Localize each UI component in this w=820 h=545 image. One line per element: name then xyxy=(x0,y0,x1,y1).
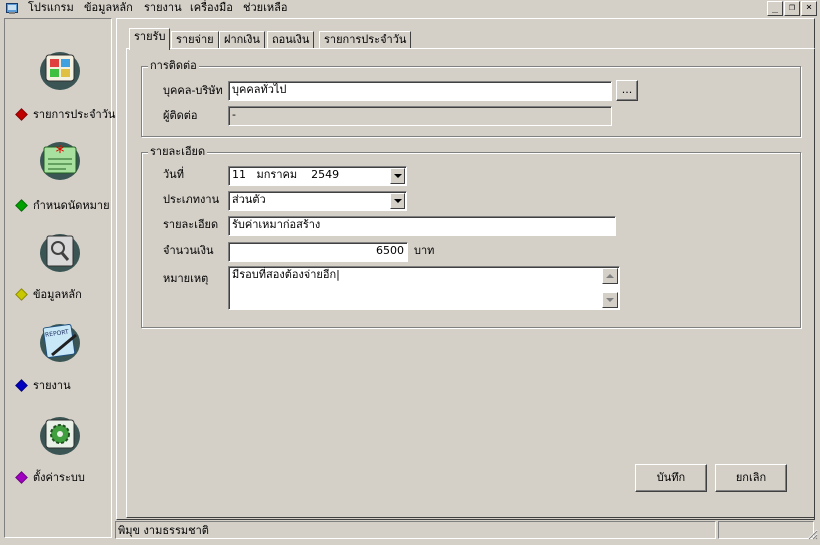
master-data-icon[interactable] xyxy=(38,229,82,273)
cancel-button[interactable]: ยกเลิก xyxy=(715,464,787,492)
work-type-value: ส่วนตัว xyxy=(232,193,266,206)
restore-button[interactable]: ❐ xyxy=(784,1,800,16)
report-icon[interactable]: REPORT xyxy=(38,319,82,363)
date-day: 11 xyxy=(232,168,246,181)
person-label: บุคคล-บริษัท xyxy=(163,84,223,97)
menu-help[interactable]: ช่วยเหลือ xyxy=(243,1,287,15)
work-type-select[interactable]: ส่วนตัว xyxy=(228,191,407,211)
svg-text:*: * xyxy=(56,142,65,163)
appointment-card-icon[interactable]: * xyxy=(38,137,82,181)
tab-income[interactable]: รายรับ xyxy=(129,28,171,50)
sidebar-item-label: ข้อมูลหลัก xyxy=(33,288,82,301)
save-button[interactable]: บันทึก xyxy=(635,464,707,492)
work-type-label: ประเภทงาน xyxy=(163,193,220,206)
sidebar-item-label: รายงาน xyxy=(33,379,71,392)
person-company-field[interactable]: บุคคลทั่วไป xyxy=(228,81,612,101)
date-picker[interactable]: 11 มกราคม 2549 xyxy=(228,166,407,186)
date-label: วันที่ xyxy=(163,168,184,181)
amount-label: จำนวนเงิน xyxy=(163,244,214,257)
browse-contact-button[interactable]: ... xyxy=(616,80,638,101)
diamond-bullet-icon xyxy=(15,287,28,301)
chevron-down-icon[interactable] xyxy=(390,168,405,184)
sidebar-item-label: ตั้งค่าระบบ xyxy=(33,471,85,484)
daily-list-icon[interactable] xyxy=(38,47,82,91)
menu-tools[interactable]: เครื่องมือ xyxy=(190,1,233,15)
close-button[interactable]: × xyxy=(801,1,817,16)
minimize-button[interactable]: _ xyxy=(767,1,783,16)
contact-person-field[interactable]: - xyxy=(228,106,612,126)
diamond-bullet-icon xyxy=(15,198,28,212)
note-text: มีรอบที่สองต้องจ่ายอีก| xyxy=(232,268,340,281)
menu-report[interactable]: รายงาน xyxy=(144,1,182,15)
diamond-bullet-icon xyxy=(15,378,28,392)
diamond-bullet-icon xyxy=(15,107,28,121)
sidebar: รายการประจำวัน * กำหนดนัดหมาย ข้อมูลหลัก… xyxy=(4,18,116,538)
sidebar-item-appointment[interactable]: กำหนดนัดหมาย xyxy=(15,196,110,214)
details-group-title: รายละเอียด xyxy=(148,145,208,158)
sidebar-item-label: รายการประจำวัน xyxy=(33,108,116,121)
amount-unit: บาท xyxy=(414,244,435,257)
tab-daily-list[interactable]: รายการประจำวัน xyxy=(319,31,412,49)
menu-master-data[interactable]: ข้อมูลหลัก xyxy=(84,1,133,15)
status-panel-2 xyxy=(718,521,814,539)
sidebar-item-settings[interactable]: ตั้งค่าระบบ xyxy=(15,468,85,486)
date-year: 2549 xyxy=(311,168,340,181)
settings-gear-icon[interactable] xyxy=(38,412,82,456)
app-icon xyxy=(6,3,18,14)
scroll-up-icon[interactable] xyxy=(602,268,618,284)
menu-bar: โปรแกรม ข้อมูลหลัก รายงาน เครื่องมือ ช่ว… xyxy=(0,0,820,17)
sidebar-item-report[interactable]: รายงาน xyxy=(15,376,71,394)
description-label: รายละเอียด xyxy=(163,218,219,231)
sidebar-item-label: กำหนดนัดหมาย xyxy=(33,199,110,212)
note-textarea[interactable]: มีรอบที่สองต้องจ่ายอีก| xyxy=(228,266,620,310)
description-field[interactable]: รับค่าเหมาก่อสร้าง xyxy=(228,216,616,236)
diamond-bullet-icon xyxy=(15,470,28,484)
sidebar-item-daily[interactable]: รายการประจำวัน xyxy=(15,105,116,123)
note-label: หมายเหตุ xyxy=(163,272,209,285)
contact-person-label: ผู้ติดต่อ xyxy=(163,109,198,122)
menu-program[interactable]: โปรแกรม xyxy=(28,1,74,15)
date-month: มกราคม xyxy=(256,168,298,181)
tab-withdraw[interactable]: ถอนเงิน xyxy=(267,31,315,49)
chevron-down-icon[interactable] xyxy=(390,193,405,209)
contact-group-title: การติดต่อ xyxy=(148,59,199,72)
tab-expense[interactable]: รายจ่าย xyxy=(171,31,219,49)
sidebar-item-master-data[interactable]: ข้อมูลหลัก xyxy=(15,285,82,303)
amount-field[interactable]: 6500 xyxy=(228,242,408,262)
tab-deposit[interactable]: ฝากเงิน xyxy=(219,31,265,49)
resize-grip-icon[interactable] xyxy=(806,528,818,540)
contact-group xyxy=(141,66,801,137)
scroll-down-icon[interactable] xyxy=(602,292,618,308)
status-user: พิมุข งามธรรมชาติ xyxy=(115,521,716,539)
